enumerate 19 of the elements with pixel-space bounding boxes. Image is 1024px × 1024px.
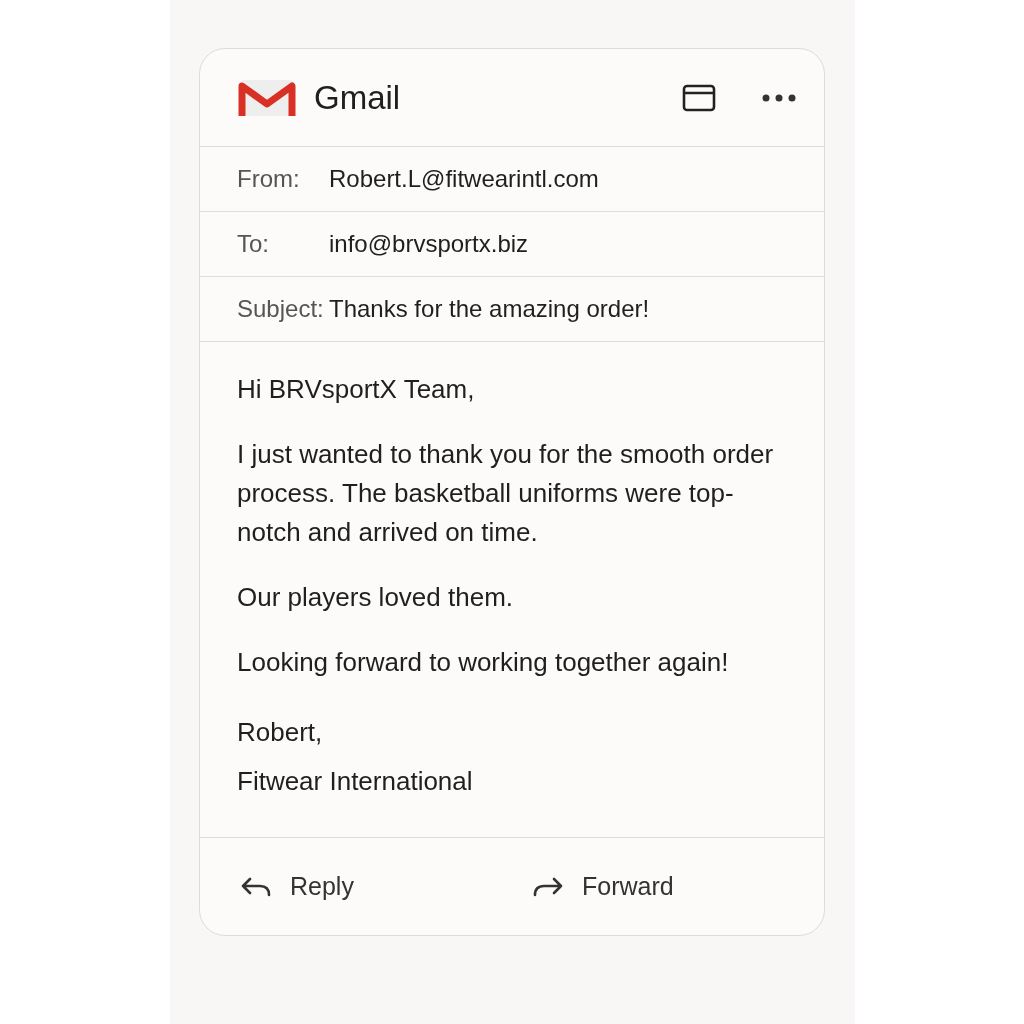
field-label: Subject: (237, 295, 325, 323)
reply-icon (240, 875, 272, 898)
signature-line: Robert, (237, 716, 324, 749)
field-value: Thanks for the amazing order! (329, 295, 650, 323)
app-title: Gmail (314, 78, 401, 117)
mail-logo-icon (238, 77, 296, 118)
field-label: To: (237, 230, 270, 258)
forward-icon (532, 875, 564, 898)
action-button[interactable]: Forward (532, 872, 824, 901)
field-value: info@brvsportx.biz (329, 230, 529, 258)
message-paragraph: Hi BRVsportX Team, (237, 373, 476, 406)
field-label: From: (237, 165, 301, 193)
message-paragraph: Our players loved them. (237, 581, 514, 614)
action-button[interactable]: Reply (240, 872, 532, 901)
message-paragraph: I just wanted to thank you for the smooth order process. The basketball uniforms were top-notch and arrived on time. (237, 438, 775, 549)
message-paragraph: Looking forward to working together again! (237, 646, 730, 679)
signature-line: Fitwear International (237, 765, 474, 798)
more-icon[interactable] (762, 93, 796, 102)
field-value: Robert.L@fitwearintl.com (329, 165, 599, 193)
